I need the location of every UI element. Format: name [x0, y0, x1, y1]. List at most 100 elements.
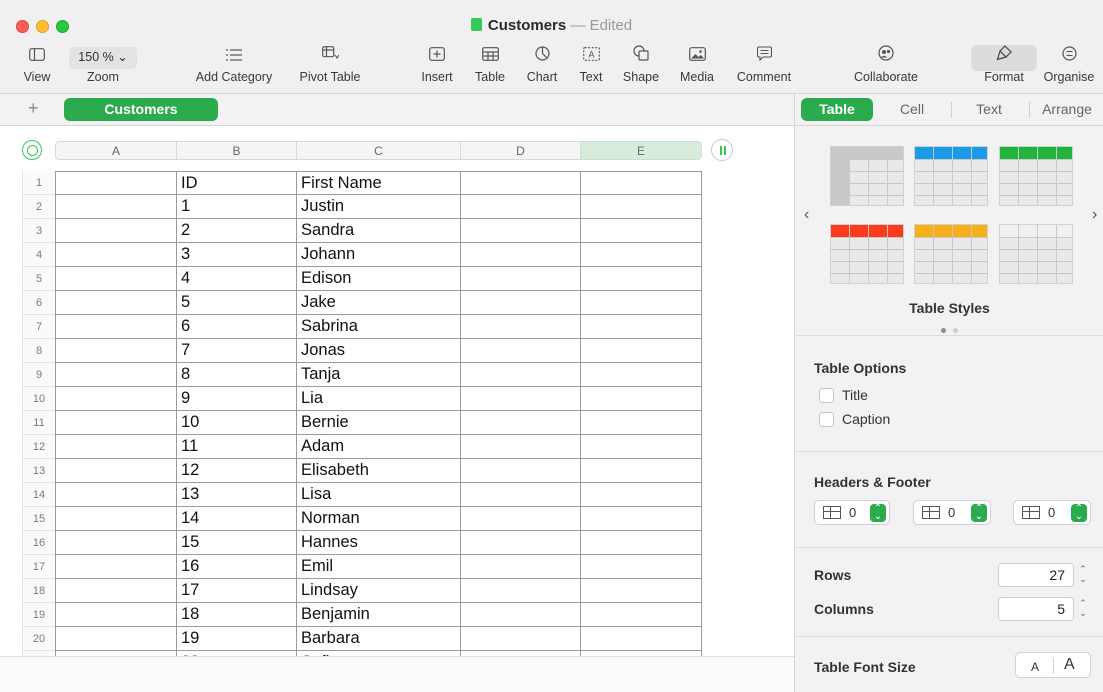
page-dot-active[interactable]	[941, 328, 946, 333]
column-header-c[interactable]: C	[297, 141, 461, 160]
header-columns-arrows-icon[interactable]: ⌃ ⌄	[971, 504, 987, 522]
table-cell[interactable]: Justin	[297, 195, 461, 219]
table-cell[interactable]	[461, 459, 581, 483]
table-cell[interactable]: 10	[177, 411, 297, 435]
table-cell[interactable]	[461, 243, 581, 267]
row-header[interactable]: 8	[22, 339, 55, 363]
increase-font-size-button[interactable]: A	[1064, 656, 1075, 674]
add-column-handle-icon[interactable]	[711, 139, 733, 161]
table-cell[interactable]	[581, 315, 702, 339]
columns-input[interactable]: 5	[998, 597, 1074, 621]
row-header[interactable]: 11	[22, 411, 55, 435]
table-cell[interactable]	[581, 627, 702, 651]
table-cell[interactable]	[461, 219, 581, 243]
header-columns-stepper[interactable]: 0 ⌃ ⌄	[913, 500, 991, 525]
table-cell[interactable]	[581, 555, 702, 579]
table-cell[interactable]: Johann	[297, 243, 461, 267]
table-cell[interactable]	[581, 267, 702, 291]
shape-button[interactable]: Shape	[618, 44, 664, 90]
table-cell[interactable]	[581, 195, 702, 219]
table-style-thumbnail[interactable]	[830, 224, 904, 284]
table-cell[interactable]	[461, 291, 581, 315]
column-header-a[interactable]: A	[55, 141, 177, 160]
table-cell[interactable]: Lindsay	[297, 579, 461, 603]
table-cell[interactable]	[581, 531, 702, 555]
row-header[interactable]: 9	[22, 363, 55, 387]
table-cell[interactable]: Lia	[297, 387, 461, 411]
table-cell[interactable]: 6	[177, 315, 297, 339]
footer-rows-stepper[interactable]: 0 ⌃ ⌄	[1013, 500, 1091, 525]
table-cell[interactable]	[461, 507, 581, 531]
table-cell[interactable]: 8	[177, 363, 297, 387]
sheet-canvas[interactable]: A B C D E 1 2 3 4 5 6 7 8 9 10 11 12 13 14 15 16 17 18 19 2…	[0, 126, 794, 656]
table-cell[interactable]	[581, 579, 702, 603]
table-cell[interactable]: Edison	[297, 267, 461, 291]
table-cell[interactable]	[461, 579, 581, 603]
table-cell[interactable]: 13	[177, 483, 297, 507]
row-header[interactable]: 14	[22, 483, 55, 507]
row-header[interactable]: 5	[22, 267, 55, 291]
table-cell[interactable]: 7	[177, 339, 297, 363]
table-cell[interactable]	[55, 243, 177, 267]
table-cell[interactable]: Adam	[297, 435, 461, 459]
table-cell[interactable]	[55, 291, 177, 315]
pivot-table-button[interactable]: Pivot Table	[292, 44, 368, 90]
table-cell[interactable]	[581, 483, 702, 507]
previous-styles-arrow-icon[interactable]: ‹	[804, 206, 809, 224]
rows-input[interactable]: 27	[998, 563, 1074, 587]
select-table-handle-icon[interactable]	[22, 140, 42, 160]
row-header[interactable]: 13	[22, 459, 55, 483]
table-cell[interactable]: 1	[177, 195, 297, 219]
table-cell[interactable]: 19	[177, 627, 297, 651]
sheet-tab-customers[interactable]: Customers	[64, 98, 218, 121]
row-header[interactable]: 2	[22, 195, 55, 219]
view-button[interactable]: View	[20, 44, 54, 90]
caption-checkbox[interactable]	[819, 412, 834, 427]
table-cell[interactable]	[581, 363, 702, 387]
table-cell[interactable]: Norman	[297, 507, 461, 531]
table-cell[interactable]: Bernie	[297, 411, 461, 435]
rows-stepper-icon[interactable]: ⌃ ⌄	[1076, 564, 1090, 586]
table-cell[interactable]	[55, 555, 177, 579]
table-cell[interactable]: Benjamin	[297, 603, 461, 627]
table-cell[interactable]: Jake	[297, 291, 461, 315]
table-cell[interactable]	[461, 171, 581, 195]
row-header[interactable]: 12	[22, 435, 55, 459]
table-cell[interactable]: Elisabeth	[297, 459, 461, 483]
row-header[interactable]: 20	[22, 627, 55, 651]
table-cell[interactable]: Sandra	[297, 219, 461, 243]
table-cell[interactable]: 18	[177, 603, 297, 627]
table-cell[interactable]	[55, 339, 177, 363]
footer-rows-arrows-icon[interactable]: ⌃ ⌄	[1071, 504, 1087, 522]
row-header[interactable]: 10	[22, 387, 55, 411]
table-cell[interactable]: Sabrina	[297, 315, 461, 339]
media-button[interactable]: Media	[676, 44, 718, 90]
header-rows-stepper[interactable]: 0 ⌃ ⌄	[814, 500, 890, 525]
table-cell[interactable]	[461, 339, 581, 363]
table-cell[interactable]	[55, 267, 177, 291]
table-cell[interactable]	[461, 411, 581, 435]
table-button[interactable]: Table	[470, 44, 510, 90]
organise-button[interactable]: Organise	[1040, 44, 1098, 90]
table-cell[interactable]	[461, 267, 581, 291]
table-cell[interactable]: Emil	[297, 555, 461, 579]
table-cell[interactable]	[461, 555, 581, 579]
tab-arrange[interactable]: Arrange	[1035, 98, 1099, 121]
insert-button[interactable]: Insert	[416, 44, 458, 90]
table-cell[interactable]	[581, 171, 702, 195]
table-cell[interactable]	[55, 363, 177, 387]
zoom-button[interactable]: 150 % ⌄ Zoom	[64, 44, 142, 90]
table-cell[interactable]	[461, 603, 581, 627]
table-cell[interactable]: 17	[177, 579, 297, 603]
page-dot[interactable]	[953, 328, 958, 333]
table-cell[interactable]: 3	[177, 243, 297, 267]
row-header[interactable]: 18	[22, 579, 55, 603]
row-header[interactable]: 4	[22, 243, 55, 267]
table-cell[interactable]	[55, 627, 177, 651]
table-cell[interactable]	[55, 219, 177, 243]
table-style-thumbnail[interactable]	[914, 224, 988, 284]
table-cell[interactable]	[581, 411, 702, 435]
table-cell[interactable]	[55, 579, 177, 603]
table-style-thumbnail[interactable]	[999, 146, 1073, 206]
table-cell[interactable]: 12	[177, 459, 297, 483]
